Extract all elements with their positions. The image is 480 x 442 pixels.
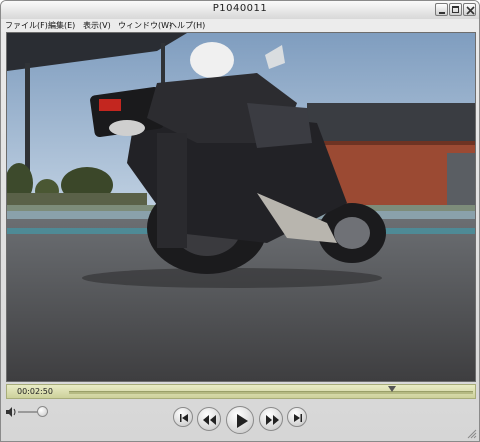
- speaker-icon[interactable]: [6, 407, 17, 417]
- menu-bar: ファイル(F) 編集(E) 表示(V) ウィンドウ(W) ヘルプ(H): [1, 19, 479, 32]
- close-button[interactable]: [463, 3, 476, 16]
- go-to-end-button[interactable]: [287, 407, 307, 427]
- player-window: P1040011 ファイル(F) 編集(E) 表示(V) ウィンドウ(W) ヘル…: [0, 0, 480, 442]
- menu-view[interactable]: 表示(V): [83, 20, 111, 31]
- menu-edit[interactable]: 編集(E): [48, 20, 75, 31]
- fast-forward-button[interactable]: [259, 407, 283, 431]
- window-title: P1040011: [212, 3, 268, 14]
- menu-help[interactable]: ヘルプ(H): [169, 20, 205, 31]
- timeline-bar[interactable]: 00:02:50: [6, 384, 476, 399]
- scrub-track[interactable]: [69, 391, 473, 394]
- maximize-icon: [452, 6, 459, 13]
- resize-grip-icon[interactable]: [467, 429, 477, 439]
- video-frame[interactable]: [6, 32, 476, 382]
- fast-forward-icon: [266, 415, 279, 425]
- minimize-icon: [439, 12, 445, 14]
- playhead[interactable]: [388, 386, 397, 392]
- rewind-button[interactable]: [197, 407, 221, 431]
- transport-controls: [1, 399, 479, 441]
- play-icon: [237, 414, 248, 428]
- video-image: [7, 33, 475, 381]
- current-time: 00:02:50: [17, 387, 53, 396]
- play-button[interactable]: [226, 406, 254, 434]
- title-bar[interactable]: P1040011: [1, 1, 479, 19]
- close-icon: [466, 6, 475, 15]
- skip-to-end-icon: [294, 414, 302, 422]
- minimize-button[interactable]: [435, 3, 448, 16]
- skip-to-start-icon: [180, 414, 188, 422]
- volume-knob[interactable]: [37, 406, 48, 417]
- rewind-icon: [203, 415, 216, 425]
- maximize-button[interactable]: [449, 3, 462, 16]
- menu-file[interactable]: ファイル(F): [5, 20, 48, 31]
- go-to-start-button[interactable]: [173, 407, 193, 427]
- menu-window[interactable]: ウィンドウ(W): [118, 20, 172, 31]
